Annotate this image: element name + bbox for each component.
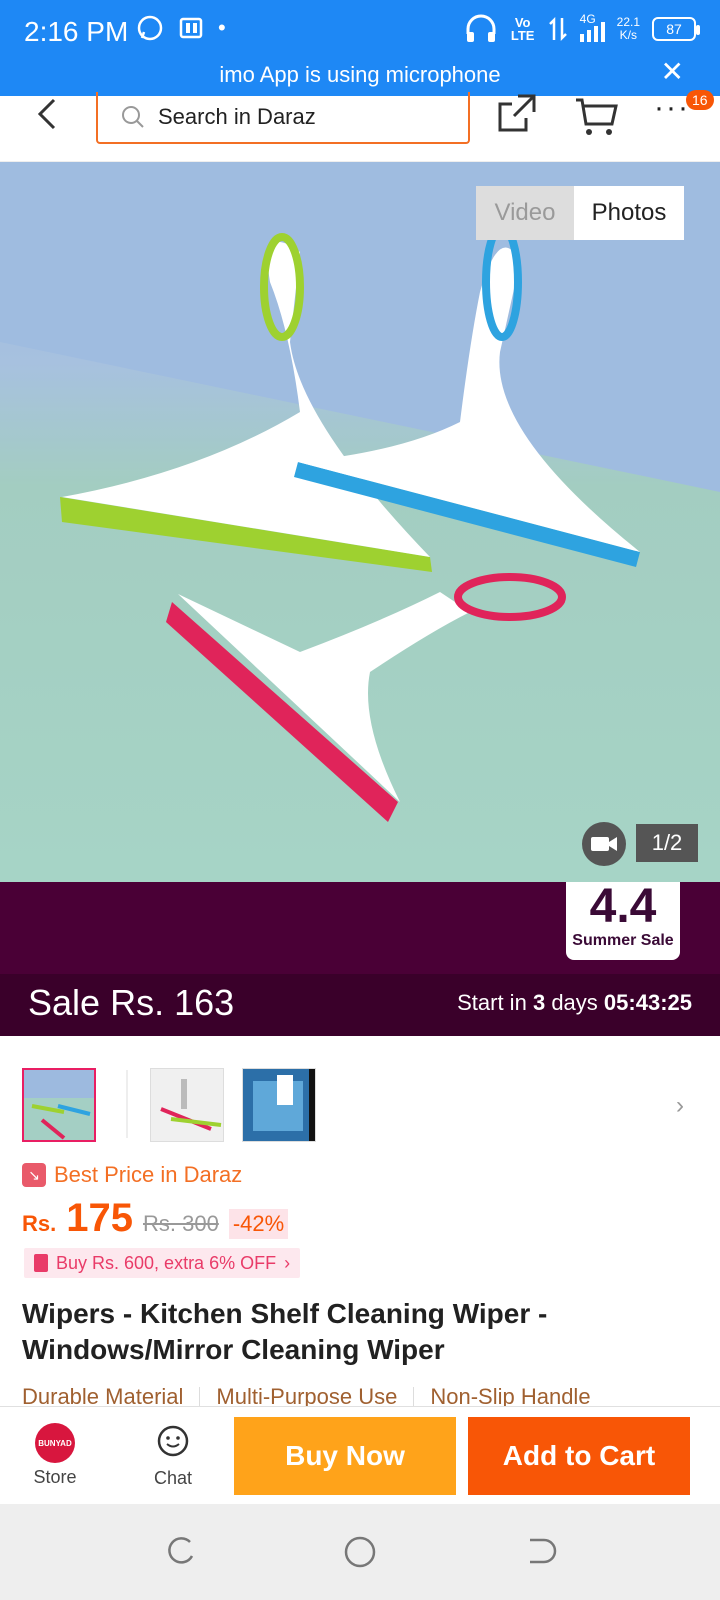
signal-bar xyxy=(579,34,584,42)
thumbnail-divider xyxy=(126,1070,128,1138)
network-speed: 22.1 K/s xyxy=(617,16,640,42)
campaign-text: Summer Sale xyxy=(572,932,674,949)
sale-banner: 4.4 Summer Sale Sale Rs. 163 Start in 3 … xyxy=(0,882,720,1036)
promo-voucher[interactable]: Buy Rs. 600, extra 6% OFF › xyxy=(24,1248,301,1278)
price-row: Rs. 175 Rs. 300 -42% xyxy=(22,1196,289,1241)
discount-badge: -42% xyxy=(228,1209,289,1239)
recent-apps-icon[interactable] xyxy=(162,1534,198,1570)
status-system-icons: Vo LTE 4G 22.1 K/s 87 xyxy=(464,12,700,44)
price-value: 175 xyxy=(66,1196,133,1240)
thumbnail-strip: › xyxy=(0,1036,720,1146)
status-notification-icons: • xyxy=(136,14,226,42)
countdown-prefix: Start in xyxy=(457,990,527,1015)
sale-row: Sale Rs. 163 Start in 3 days 05:43:25 xyxy=(0,974,720,1036)
chat-label: Chat xyxy=(153,1468,193,1488)
signal-bar xyxy=(600,22,605,42)
volte-indicator: Vo LTE xyxy=(510,15,535,43)
sale-label: Sale xyxy=(28,982,101,1023)
campaign-number: 4.4 xyxy=(589,880,657,933)
best-price-tag: ↘ Best Price in Daraz xyxy=(22,1162,242,1188)
product-title: Wipers - Kitchen Shelf Cleaning Wiper - … xyxy=(22,1298,548,1365)
speed-unit: K/s xyxy=(619,28,637,42)
feature-divider xyxy=(199,1387,201,1407)
search-input[interactable]: Search in Daraz xyxy=(96,92,470,144)
feature-divider xyxy=(413,1387,415,1407)
signal-block: 4G xyxy=(579,12,605,42)
cart-icon[interactable] xyxy=(574,96,618,136)
share-icon[interactable] xyxy=(496,92,538,134)
more-menu-icon[interactable]: ··· xyxy=(654,93,690,123)
voucher-icon xyxy=(34,1254,48,1272)
chevron-right-icon[interactable]: › xyxy=(676,1092,684,1120)
close-icon[interactable]: ✕ xyxy=(661,58,684,86)
whatsapp-icon xyxy=(137,15,163,41)
signal-bar xyxy=(593,26,598,42)
store-button[interactable]: BUNYAD Store xyxy=(20,1423,90,1488)
status-time: 2:16 PM xyxy=(24,16,129,47)
video-camera-icon[interactable] xyxy=(582,822,626,866)
chevron-right-icon: › xyxy=(284,1252,291,1273)
campaign-badge: 4.4 Summer Sale xyxy=(566,882,680,960)
back-icon[interactable] xyxy=(522,1534,558,1570)
original-price: Rs. 300 xyxy=(143,1211,219,1236)
network-type: 4G xyxy=(579,12,596,26)
page-indicator: 1/2 xyxy=(636,824,698,862)
trend-down-icon: ↘ xyxy=(22,1163,46,1187)
data-arrows-icon xyxy=(548,16,567,42)
home-icon[interactable] xyxy=(342,1534,378,1570)
countdown-time: 05:43:25 xyxy=(603,990,692,1015)
app-notification-icon xyxy=(179,17,203,39)
back-arrow-icon[interactable] xyxy=(28,96,68,136)
notification-badge: 16 xyxy=(686,90,714,110)
thumbnail-3[interactable] xyxy=(242,1068,316,1142)
system-nav-bar xyxy=(0,1504,720,1600)
status-bar: 2:16 PM • Vo LTE 4G 22.1 K/s 87 imo App … xyxy=(0,0,720,96)
mic-notice[interactable]: imo App is using microphone xyxy=(0,62,720,88)
search-placeholder: Search in Daraz xyxy=(158,104,316,129)
countdown-days: 3 xyxy=(532,990,546,1015)
chat-icon xyxy=(157,1425,189,1457)
thumbnail-2[interactable] xyxy=(150,1068,224,1142)
battery-icon: 87 xyxy=(652,17,700,41)
thumbnail-1[interactable] xyxy=(22,1068,96,1142)
top-nav: Search in Daraz ··· 16 xyxy=(0,90,720,162)
sale-price-value: Rs. 163 xyxy=(110,982,235,1023)
best-price-label: Best Price in Daraz xyxy=(54,1162,243,1187)
tab-video[interactable]: Video xyxy=(476,186,574,240)
headphones-icon xyxy=(466,14,496,42)
store-label: Store xyxy=(33,1467,77,1487)
bottom-action-bar: BUNYAD Store Chat Buy Now Add to Cart xyxy=(0,1406,720,1504)
product-image[interactable]: Video Photos 1/2 xyxy=(0,162,720,882)
battery-level: 87 xyxy=(666,21,682,37)
chat-button[interactable]: Chat xyxy=(138,1423,208,1489)
countdown-days-label: days xyxy=(551,990,598,1015)
price-currency: Rs. xyxy=(22,1211,57,1236)
buy-now-button[interactable]: Buy Now xyxy=(234,1417,456,1495)
add-to-cart-button[interactable]: Add to Cart xyxy=(468,1417,690,1495)
red-wiper xyxy=(166,573,566,822)
promo-text: Buy Rs. 600, extra 6% OFF xyxy=(56,1252,277,1273)
search-icon xyxy=(122,106,144,128)
dot-icon: • xyxy=(218,15,226,40)
product-photo xyxy=(0,162,720,822)
tab-photos[interactable]: Photos xyxy=(574,186,684,240)
media-toggle: Video Photos xyxy=(476,186,684,240)
signal-bar xyxy=(586,30,591,42)
sale-price: Sale Rs. 163 xyxy=(28,982,234,1024)
sale-countdown: Start in 3 days 05:43:25 xyxy=(457,990,692,1016)
store-logo: BUNYAD xyxy=(35,1423,75,1463)
